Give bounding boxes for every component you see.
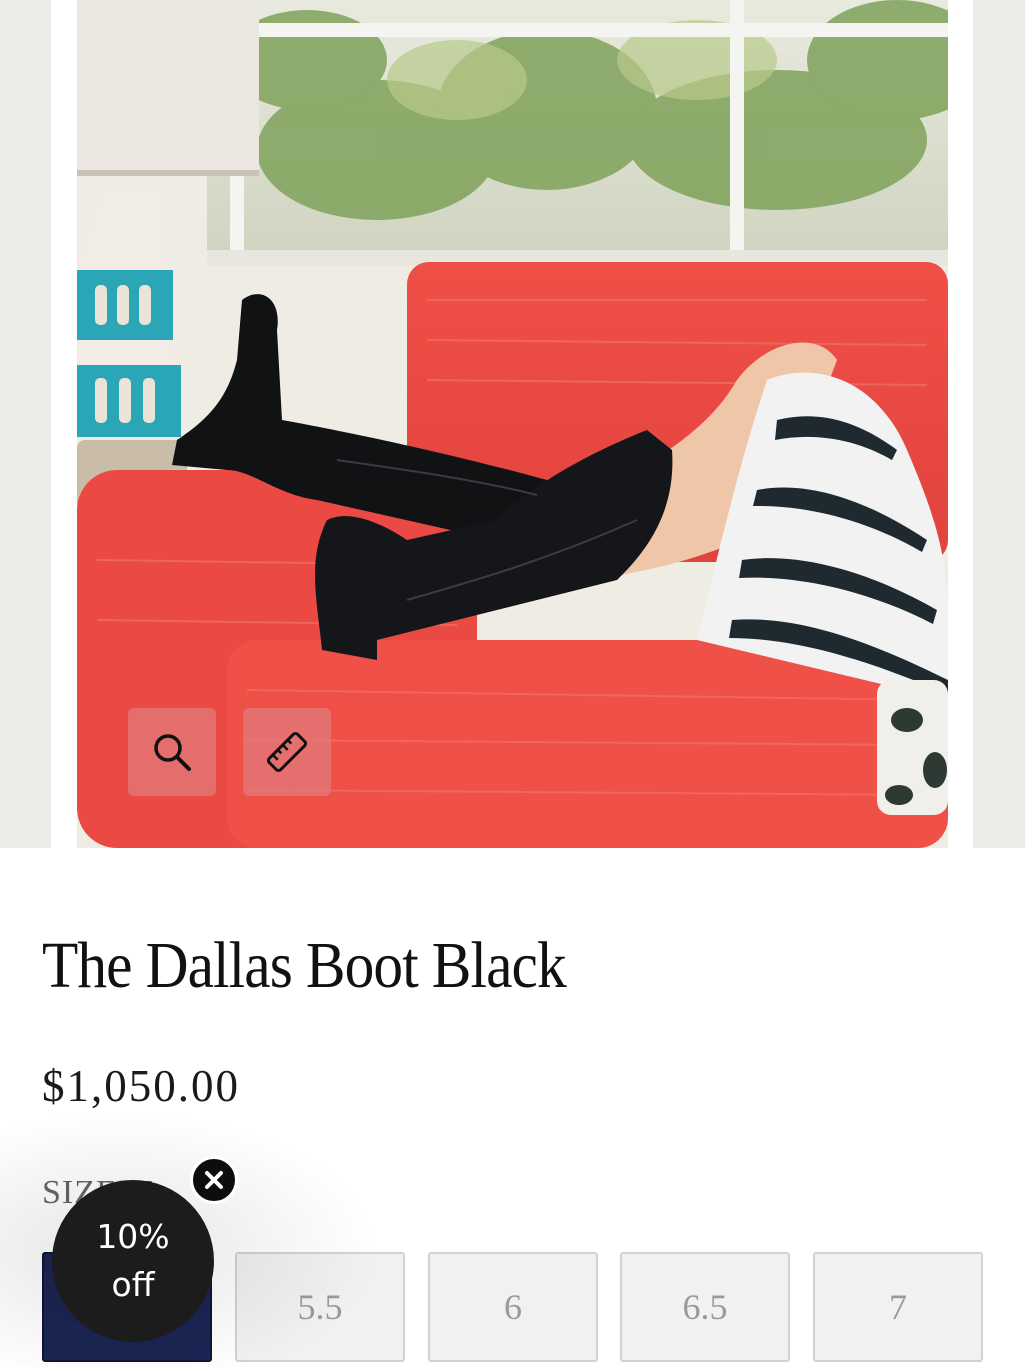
size-option-5-5[interactable]: 5.5 bbox=[235, 1252, 405, 1362]
discount-badge-percent: 10% bbox=[96, 1217, 170, 1256]
promo-close-button[interactable] bbox=[190, 1156, 238, 1204]
discount-badge-label: off bbox=[111, 1265, 155, 1304]
product-price: $1,050.00 bbox=[42, 1061, 240, 1111]
close-icon bbox=[205, 1171, 223, 1189]
size-option-7[interactable]: 7 bbox=[813, 1252, 983, 1362]
ruler-icon bbox=[266, 731, 308, 773]
zoom-button[interactable] bbox=[128, 708, 216, 796]
size-option-6[interactable]: 6 bbox=[428, 1252, 598, 1362]
size-guide-button[interactable] bbox=[243, 708, 331, 796]
discount-badge[interactable]: 10% off bbox=[52, 1180, 214, 1342]
size-option-6-5[interactable]: 6.5 bbox=[620, 1252, 790, 1362]
product-title: The Dallas Boot Black bbox=[42, 929, 567, 1002]
search-icon bbox=[154, 734, 191, 771]
